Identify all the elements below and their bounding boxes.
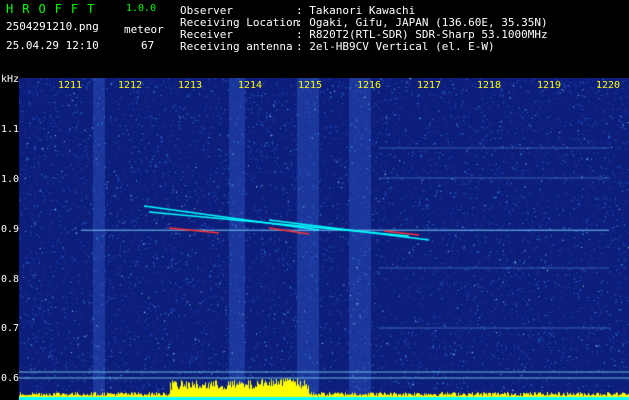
observer-value: : Takanori Kawachi: [296, 4, 416, 17]
x-tick-label: 1211: [58, 80, 83, 91]
x-tick-label: 1217: [417, 80, 442, 91]
antenna-value: : 2el-HB9CV Vertical (el. E-W): [296, 40, 495, 53]
x-tick-label: 1214: [238, 80, 263, 91]
app-version: 1.0.0: [126, 3, 157, 14]
hrofft-window: HROFFT 1.0.0 2504291210.png 25.04.29 12:…: [0, 0, 629, 400]
x-tick-label: 1213: [178, 80, 203, 91]
x-tick-label: 1216: [357, 80, 382, 91]
capture-datetime: 25.04.29 12:10: [6, 39, 99, 52]
location-label: Receiving Location: [180, 16, 300, 29]
x-tick-label: 1219: [537, 80, 562, 91]
spectrogram-plot: [19, 78, 629, 400]
x-tick-label: 1212: [118, 80, 143, 91]
spectrogram-canvas: [19, 78, 629, 400]
antenna-label: Receiving antenna: [180, 40, 293, 53]
detection-mode: meteor: [124, 23, 164, 36]
image-filename: 2504291210.png: [6, 20, 99, 33]
y-tick-label: 0.9: [1, 224, 20, 235]
y-axis-unit: kHz: [1, 74, 20, 85]
x-tick-label: 1218: [477, 80, 502, 91]
y-tick-label: 0.6: [1, 373, 20, 384]
y-tick-label: 1.0: [1, 174, 20, 185]
x-tick-label: 1220: [596, 80, 621, 91]
receiver-value: : R820T2(RTL-SDR) SDR-Sharp 53.1000MHz: [296, 28, 548, 41]
y-tick-label: 1.1: [1, 124, 20, 135]
x-tick-label: 1215: [298, 80, 323, 91]
receiver-label: Receiver: [180, 28, 233, 41]
app-brand: HROFFT: [6, 2, 104, 16]
y-tick-label: 0.7: [1, 323, 20, 334]
y-tick-label: 0.8: [1, 274, 20, 285]
observer-label: Observer: [180, 4, 233, 17]
location-value: : Ogaki, Gifu, JAPAN (136.60E, 35.35N): [296, 16, 548, 29]
meteor-count: 67: [141, 39, 155, 52]
